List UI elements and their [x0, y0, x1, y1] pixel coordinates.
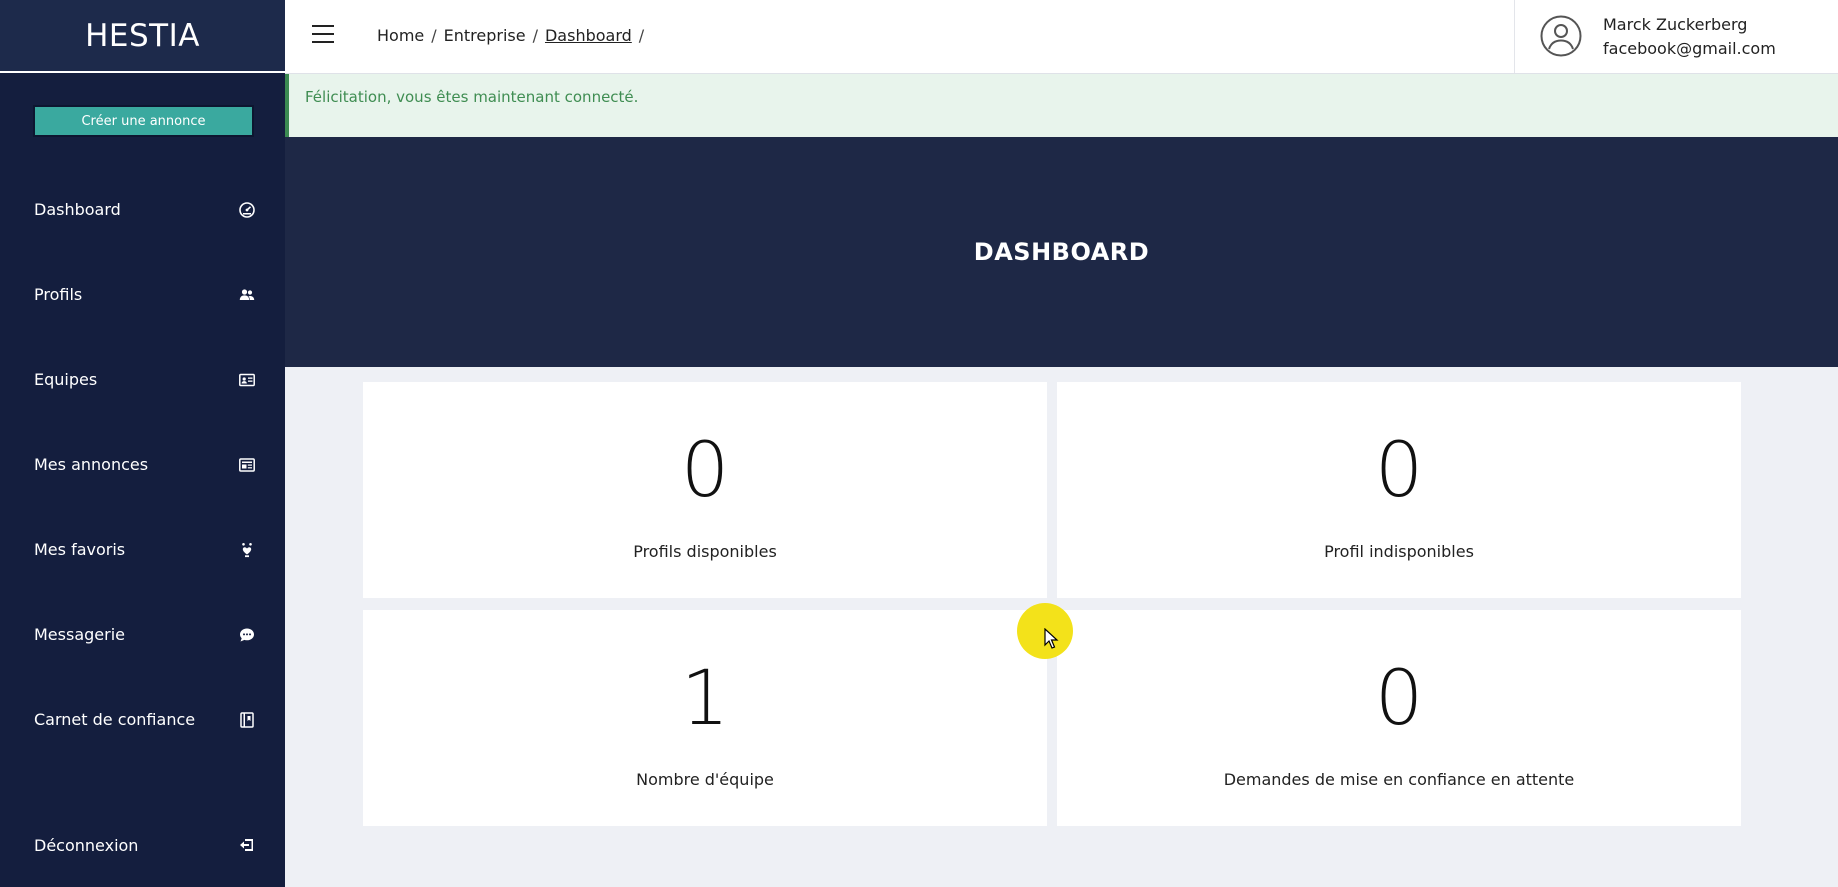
book-icon — [240, 711, 254, 728]
stat-card-profil-indisponibles: 0 Profil indisponibles — [1057, 382, 1741, 598]
chat-icon — [240, 628, 254, 641]
stat-label: Profil indisponibles — [1324, 542, 1474, 561]
sidebar-item-label: Mes favoris — [34, 540, 126, 559]
page-title: DASHBOARD — [973, 238, 1150, 266]
stat-card-nombre-equipe: 1 Nombre d'équipe — [363, 610, 1047, 826]
sidebar-item-label: Messagerie — [34, 625, 125, 644]
breadcrumb-entreprise[interactable]: Entreprise — [444, 26, 526, 45]
sidebar-item-mes-annonces[interactable]: Mes annonces — [0, 422, 285, 507]
menu-toggle-icon[interactable] — [312, 25, 334, 43]
users-icon — [239, 288, 255, 300]
sidebar-item-messagerie[interactable]: Messagerie — [0, 592, 285, 677]
user-profile[interactable]: Marck Zuckerberg facebook@gmail.com — [1514, 0, 1838, 73]
dashboard-icon — [239, 201, 255, 218]
hand-heart-icon — [242, 542, 252, 557]
sidebar-item-dashboard[interactable]: Dashboard — [0, 167, 285, 252]
stat-label: Profils disponibles — [633, 542, 777, 561]
logout-button[interactable]: Déconnexion — [0, 810, 285, 880]
stat-value: 0 — [1374, 653, 1424, 742]
user-email: facebook@gmail.com — [1603, 39, 1776, 58]
sidebar-item-profils[interactable]: Profils — [0, 252, 285, 337]
sidebar-item-label: Mes annonces — [34, 455, 149, 474]
sidebar-nav: Dashboard Profils Equipes Mes annonces M… — [0, 167, 285, 762]
alert-message: Félicitation, vous êtes maintenant conne… — [305, 88, 639, 106]
create-ad-button[interactable]: Créer une annonce — [33, 105, 254, 137]
breadcrumb: Home / Entreprise / Dashboard / — [377, 26, 644, 45]
sidebar-item-carnet-de-confiance[interactable]: Carnet de confiance — [0, 677, 285, 762]
stat-card-profils-disponibles: 0 Profils disponibles — [363, 382, 1047, 598]
sidebar-item-mes-favoris[interactable]: Mes favoris — [0, 507, 285, 592]
breadcrumb-dashboard[interactable]: Dashboard — [545, 26, 632, 45]
sidebar: HESTIA Créer une annonce Dashboard Profi… — [0, 0, 285, 887]
newspaper-icon — [239, 457, 255, 472]
logout-icon — [240, 839, 253, 851]
id-card-icon — [239, 373, 255, 386]
success-alert: Félicitation, vous êtes maintenant conne… — [285, 74, 1838, 137]
stat-card-demandes-confiance: 0 Demandes de mise en confiance en atten… — [1057, 610, 1741, 826]
sidebar-item-label: Profils — [34, 285, 83, 304]
stat-value: 0 — [680, 425, 730, 514]
mouse-cursor-icon — [1044, 628, 1059, 649]
page-banner: DASHBOARD — [285, 137, 1838, 367]
sidebar-item-equipes[interactable]: Equipes — [0, 337, 285, 422]
sidebar-item-label: Equipes — [34, 370, 98, 389]
breadcrumb-home[interactable]: Home — [377, 26, 424, 45]
breadcrumb-separator: / — [532, 26, 538, 45]
stat-value: 1 — [680, 653, 730, 742]
stat-value: 0 — [1374, 425, 1424, 514]
breadcrumb-separator: / — [638, 26, 645, 45]
stat-label: Nombre d'équipe — [636, 770, 774, 789]
logo-bar: HESTIA — [0, 0, 285, 73]
avatar-icon — [1540, 15, 1582, 57]
stat-label: Demandes de mise en confiance en attente — [1223, 770, 1575, 789]
user-name: Marck Zuckerberg — [1603, 15, 1748, 34]
logout-label: Déconnexion — [34, 835, 139, 855]
breadcrumb-separator: / — [431, 26, 437, 45]
logo[interactable]: HESTIA — [85, 18, 200, 54]
sidebar-item-label: Carnet de confiance — [34, 710, 196, 729]
sidebar-item-label: Dashboard — [34, 200, 121, 219]
top-header: Home / Entreprise / Dashboard / Marck Zu… — [285, 0, 1838, 74]
